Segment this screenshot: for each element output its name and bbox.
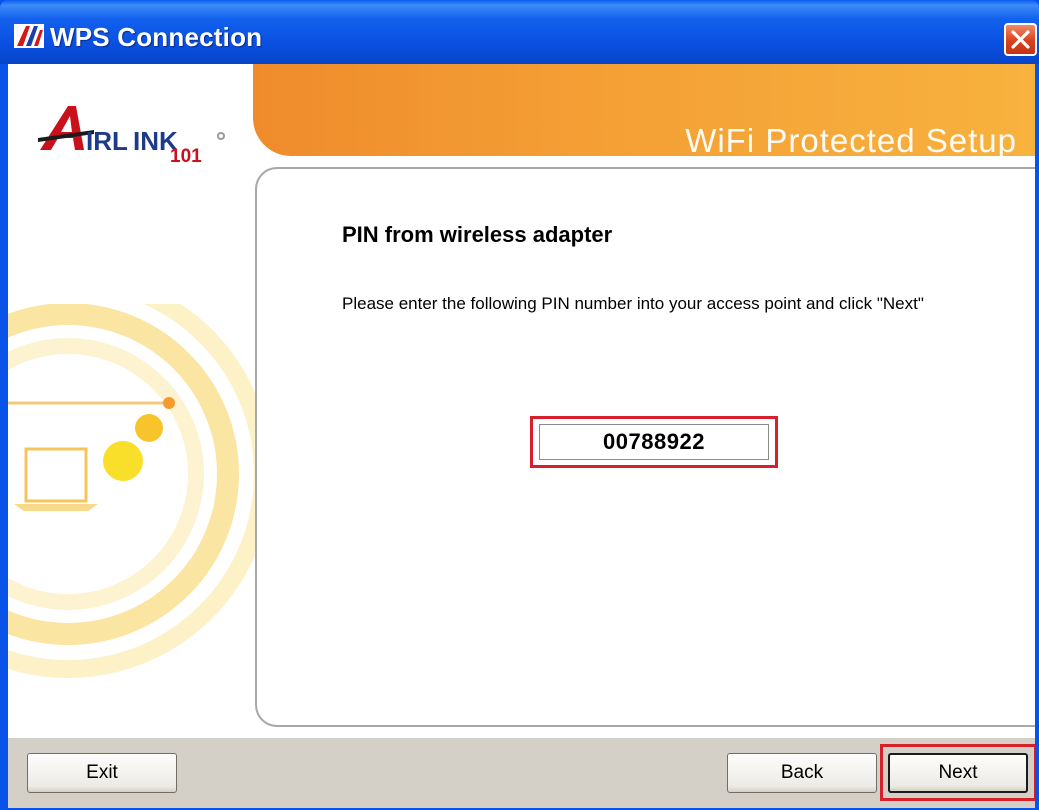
title-bar[interactable]: WPS Connection [0,0,1039,64]
next-highlight-frame: Next [880,744,1035,801]
svg-text:IRL: IRL [86,126,128,156]
app-icon [14,24,44,48]
window-title: WPS Connection [50,22,263,52]
close-button[interactable] [1004,23,1037,56]
instruction-text: Please enter the following PIN number in… [342,294,924,313]
pin-highlight-frame: 00788922 [530,416,778,468]
laptop-wireless-illustration [8,304,258,678]
wps-connection-window: WPS Connection WiFi Protected Setup IRL … [0,0,1039,810]
banner-title: WiFi Protected Setup [685,122,1017,159]
close-icon [1011,30,1030,49]
exit-button[interactable]: Exit [27,753,177,793]
next-button[interactable]: Next [888,753,1028,793]
airlink101-logo: IRL INK 101 [38,106,225,162]
svg-text:101: 101 [170,146,202,162]
back-button[interactable]: Back [727,753,877,793]
panel-heading: PIN from wireless adapter [342,222,613,247]
button-bar: Exit Back Next [8,737,1035,808]
header-banner: WiFi Protected Setup [253,64,1035,159]
pin-display-field[interactable]: 00788922 [539,424,769,460]
dialog-client-area: WiFi Protected Setup IRL INK 101 PIN fro… [8,64,1035,808]
